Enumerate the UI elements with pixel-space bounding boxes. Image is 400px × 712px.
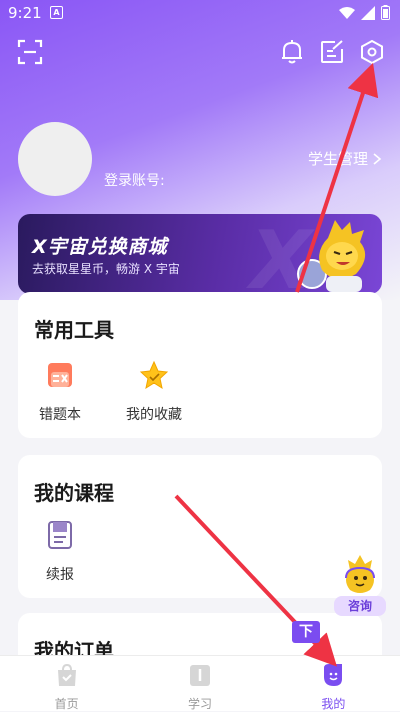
scan-button[interactable] [15,37,45,67]
edit-note-icon [321,40,343,63]
student-management-link[interactable]: 学生管理 [308,148,382,169]
tab-study[interactable]: 学习 [133,656,266,711]
tab-home[interactable]: 首页 [0,656,133,711]
avatar[interactable] [18,122,92,196]
battery-icon [381,5,390,20]
tab-me-label: 我的 [321,697,346,711]
student-management-label: 学生管理 [307,150,368,168]
edit-button[interactable] [317,37,347,67]
chevron-right-icon [373,152,382,165]
bottom-tab-bar: 首页 学习 我的 [0,655,400,711]
status-indicators [339,5,390,20]
tab-home-label: 首页 [54,697,79,711]
account-label: 登录账号: [104,173,165,189]
annotation-label: 下 [292,621,320,643]
wrong-book-icon [48,363,72,387]
tab-study-label: 学习 [187,697,212,711]
home-bag-icon [57,663,76,686]
consult-label: 咨询 [334,596,386,616]
status-time: 9:21 [8,4,42,22]
tab-me[interactable]: 我的 [267,656,400,711]
wrong-book-label: 错题本 [39,407,81,423]
banner-subtitle: 去获取星星币，畅游 X 宇宙 [32,262,180,276]
bell-icon [282,40,302,64]
my-favorites-tool[interactable]: 我的收藏 [114,360,194,424]
settings-button[interactable] [357,37,387,67]
common-tools-title: 常用工具 [34,318,114,342]
my-favorites-label: 我的收藏 [126,407,182,423]
renew-label: 续报 [46,567,74,583]
renew-tool[interactable]: 续报 [20,520,100,584]
cell-signal-icon [361,5,375,20]
exchange-mall-banner[interactable]: X X宇宙兑换商城 去获取星星币，畅游 X 宇宙 [18,214,382,294]
notification-button[interactable] [277,37,307,67]
book-icon [48,521,72,549]
mascot-astronaut-icon [297,220,366,292]
settings-hexagon-icon [361,39,383,65]
status-bar: 9:21 A [0,0,400,26]
common-tools-card: 常用工具 错题本 我的收藏 [18,292,382,438]
study-book-icon [189,665,210,686]
scan-icon [17,39,43,65]
wifi-icon [339,6,355,19]
my-courses-card: 我的课程 续报 [18,455,382,598]
star-icon [139,360,169,390]
banner-title: X宇宙兑换商城 [32,236,168,258]
me-face-icon [324,664,343,686]
wrong-book-tool[interactable]: 错题本 [20,360,100,424]
my-courses-title: 我的课程 [34,481,114,505]
notification-a-icon: A [50,6,63,19]
consult-button[interactable]: 咨询 [334,552,386,616]
